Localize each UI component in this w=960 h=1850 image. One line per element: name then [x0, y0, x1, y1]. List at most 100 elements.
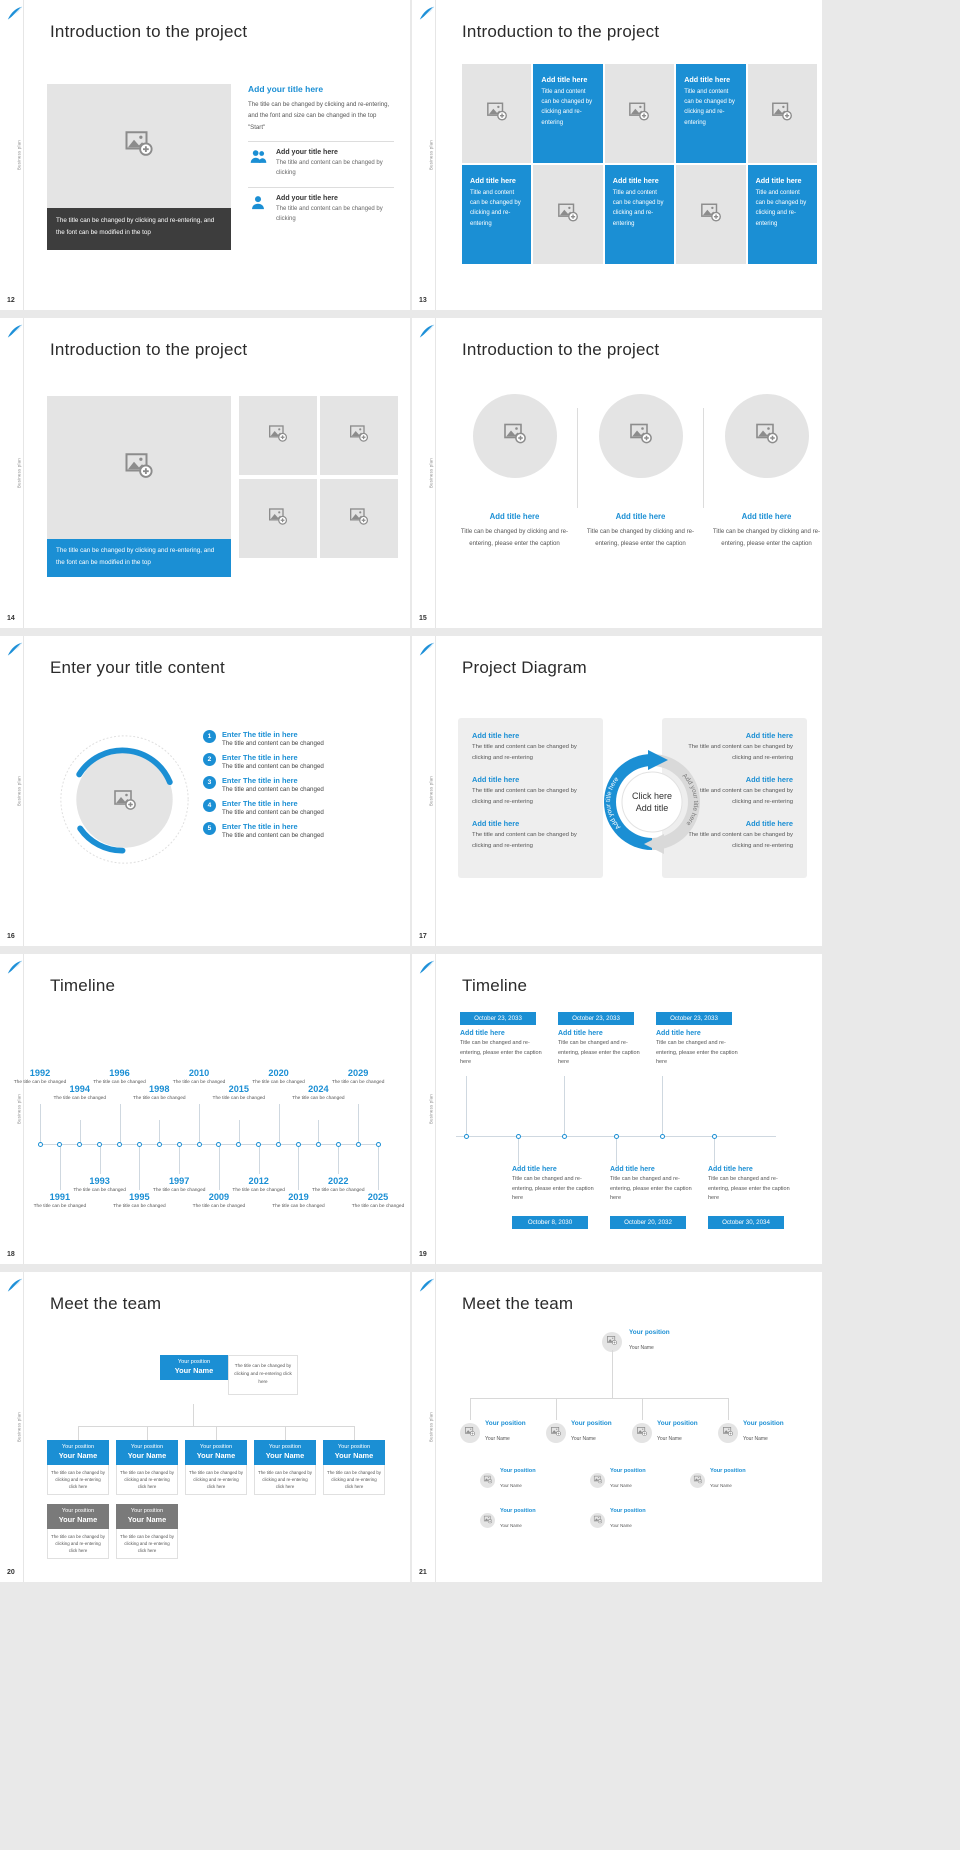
content-tile[interactable]: Add title here Title and content can be … — [462, 165, 532, 264]
timeline-stem — [159, 1120, 161, 1144]
image-placeholder-circle[interactable] — [598, 394, 683, 478]
slide-thumbnail[interactable]: Business plan 21 Meet the team Your posi… — [412, 1272, 822, 1582]
content-tile[interactable]: Add title here Title and content can be … — [533, 64, 603, 163]
timeline-dot[interactable] — [276, 1141, 282, 1147]
timeline-dot[interactable] — [156, 1141, 162, 1147]
slide-thumbnail[interactable]: Business plan 12 Introduction to the pro… — [0, 0, 410, 310]
slide-title: Introduction to the project — [50, 340, 248, 359]
timeline-dot[interactable] — [97, 1141, 103, 1147]
slide-page-number: 17 — [419, 933, 427, 940]
org-root-node[interactable]: Your position Your Name — [160, 1355, 228, 1380]
timeline-dot[interactable] — [295, 1141, 301, 1147]
tile-title: Add title here — [612, 176, 659, 185]
slide-thumbnail[interactable]: Business plan 13 Introduction to the pro… — [412, 0, 822, 310]
node-position: Your position — [610, 1468, 646, 1474]
org-node[interactable]: Your position Your Name The title can be… — [47, 1440, 109, 1496]
content-tile[interactable]: Add title here Title and content can be … — [747, 165, 817, 264]
timeline-dot[interactable] — [711, 1133, 717, 1139]
image-placeholder[interactable] — [604, 64, 675, 163]
feather-logo-icon — [419, 1278, 435, 1293]
timeline-date-badge[interactable]: October 23, 2033 — [656, 1012, 732, 1025]
team-node-l3[interactable]: Your position Your Name — [480, 1468, 536, 1492]
slide-thumbnail[interactable]: Business plan 16 Enter your title conten… — [0, 636, 410, 946]
list-item[interactable]: 1 Enter The title in here The title and … — [203, 730, 393, 747]
image-placeholder[interactable] — [533, 165, 603, 264]
timeline-dot[interactable] — [355, 1141, 361, 1147]
image-placeholder-circle[interactable] — [472, 394, 557, 478]
timeline-dot[interactable] — [176, 1141, 182, 1147]
org-node[interactable]: Your position Your Name The title can be… — [116, 1504, 178, 1560]
timeline-dot[interactable] — [256, 1141, 262, 1147]
image-placeholder-icon — [607, 1335, 617, 1345]
timeline-date-badge[interactable]: October 20, 2032 — [610, 1216, 686, 1229]
timeline-date-badge[interactable]: October 23, 2033 — [460, 1012, 536, 1025]
timeline-dot[interactable] — [236, 1141, 242, 1147]
node-name: Your Name — [610, 1523, 632, 1528]
image-placeholder-icon-wrap[interactable] — [113, 788, 137, 817]
list-item[interactable]: 2 Enter The title in here The title and … — [203, 753, 393, 770]
image-placeholder-small[interactable] — [239, 396, 317, 475]
node-name: Your Name — [127, 1451, 167, 1460]
image-placeholder-large[interactable] — [47, 396, 231, 539]
team-node-l3[interactable]: Your position Your Name — [590, 1468, 646, 1492]
team-node-l3[interactable]: Your position Your Name — [590, 1508, 646, 1532]
team-node-l2[interactable]: Your position Your Name — [718, 1420, 784, 1445]
team-node-l3[interactable]: Your position Your Name — [480, 1508, 536, 1532]
timeline-dot[interactable] — [57, 1141, 63, 1147]
org-node[interactable]: Your position Your Name The title can be… — [116, 1440, 178, 1496]
image-placeholder-circle[interactable] — [724, 394, 809, 478]
team-node-l2[interactable]: Your position Your Name — [632, 1420, 698, 1445]
org-node[interactable]: Your position Your Name The title can be… — [323, 1440, 385, 1496]
timeline-dot[interactable] — [196, 1141, 202, 1147]
timeline-dot[interactable] — [216, 1141, 222, 1147]
content-tile[interactable]: Add title here Title and content can be … — [676, 64, 746, 163]
org-node[interactable]: Your position Your Name The title can be… — [185, 1440, 247, 1496]
slide-thumbnail[interactable]: Business plan 15 Introduction to the pro… — [412, 318, 822, 628]
image-placeholder[interactable] — [676, 165, 746, 264]
node-name: Your Name — [127, 1515, 167, 1524]
list-item[interactable]: 4 Enter The title in here The title and … — [203, 799, 393, 816]
timeline-dot[interactable] — [77, 1141, 83, 1147]
image-placeholder[interactable] — [462, 64, 532, 163]
org-node[interactable]: Your position Your Name The title can be… — [254, 1440, 316, 1496]
timeline-dot[interactable] — [613, 1133, 619, 1139]
image-placeholder-small[interactable] — [239, 479, 317, 558]
timeline-dot[interactable] — [375, 1141, 381, 1147]
timeline-date-badge[interactable]: October 30, 2034 — [708, 1216, 784, 1229]
list-item[interactable]: 5 Enter The title in here The title and … — [203, 822, 393, 839]
list-text: The title and content can be changed — [222, 740, 324, 747]
avatar — [480, 1512, 495, 1528]
team-node-l2[interactable]: Your position Your Name — [460, 1420, 526, 1445]
slide-thumbnail[interactable]: Business plan 14 Introduction to the pro… — [0, 318, 410, 628]
list-item[interactable]: 3 Enter The title in here The title and … — [203, 776, 393, 793]
timeline-dot[interactable] — [37, 1141, 43, 1147]
timeline-dot[interactable] — [561, 1133, 567, 1139]
timeline-date-badge[interactable]: October 8, 2030 — [512, 1216, 588, 1229]
team-node-l3[interactable]: Your position Your Name — [690, 1468, 746, 1492]
image-placeholder-small[interactable] — [320, 396, 398, 475]
timeline-stem — [378, 1146, 379, 1190]
timeline-dot[interactable] — [515, 1133, 521, 1139]
org-node[interactable]: Your position Your Name The title can be… — [47, 1504, 109, 1560]
node-text: The title can be changed by clicking and… — [116, 1465, 178, 1496]
image-placeholder-icon — [723, 1426, 733, 1436]
image-placeholder-small[interactable] — [320, 479, 398, 558]
timeline-dot[interactable] — [335, 1141, 341, 1147]
slide-thumbnail[interactable]: Business plan 20 Meet the team Your posi… — [0, 1272, 410, 1582]
timeline-dot[interactable] — [463, 1133, 469, 1139]
content-tile[interactable]: Add title here Title and content can be … — [604, 165, 675, 264]
image-placeholder[interactable] — [47, 84, 231, 208]
feature-item[interactable]: Add your title here The title and conten… — [248, 186, 394, 225]
slide-thumbnail[interactable]: Business plan 18 Timeline 1992 The title… — [0, 954, 410, 1264]
timeline-dot[interactable] — [659, 1133, 665, 1139]
slide-thumbnail[interactable]: Business plan 19 Timeline October 23, 203… — [412, 954, 822, 1264]
timeline-dot[interactable] — [136, 1141, 142, 1147]
slide-thumbnail[interactable]: Business plan 17 Project Diagram Add tit… — [412, 636, 822, 946]
image-placeholder[interactable] — [747, 64, 817, 163]
timeline-dot[interactable] — [117, 1141, 123, 1147]
feature-item[interactable]: Add your title here The title and conten… — [248, 140, 394, 179]
timeline-date-badge[interactable]: October 23, 2033 — [558, 1012, 634, 1025]
timeline-stem — [218, 1146, 220, 1190]
team-node-l2[interactable]: Your position Your Name — [546, 1420, 612, 1445]
timeline-dot[interactable] — [315, 1141, 321, 1147]
